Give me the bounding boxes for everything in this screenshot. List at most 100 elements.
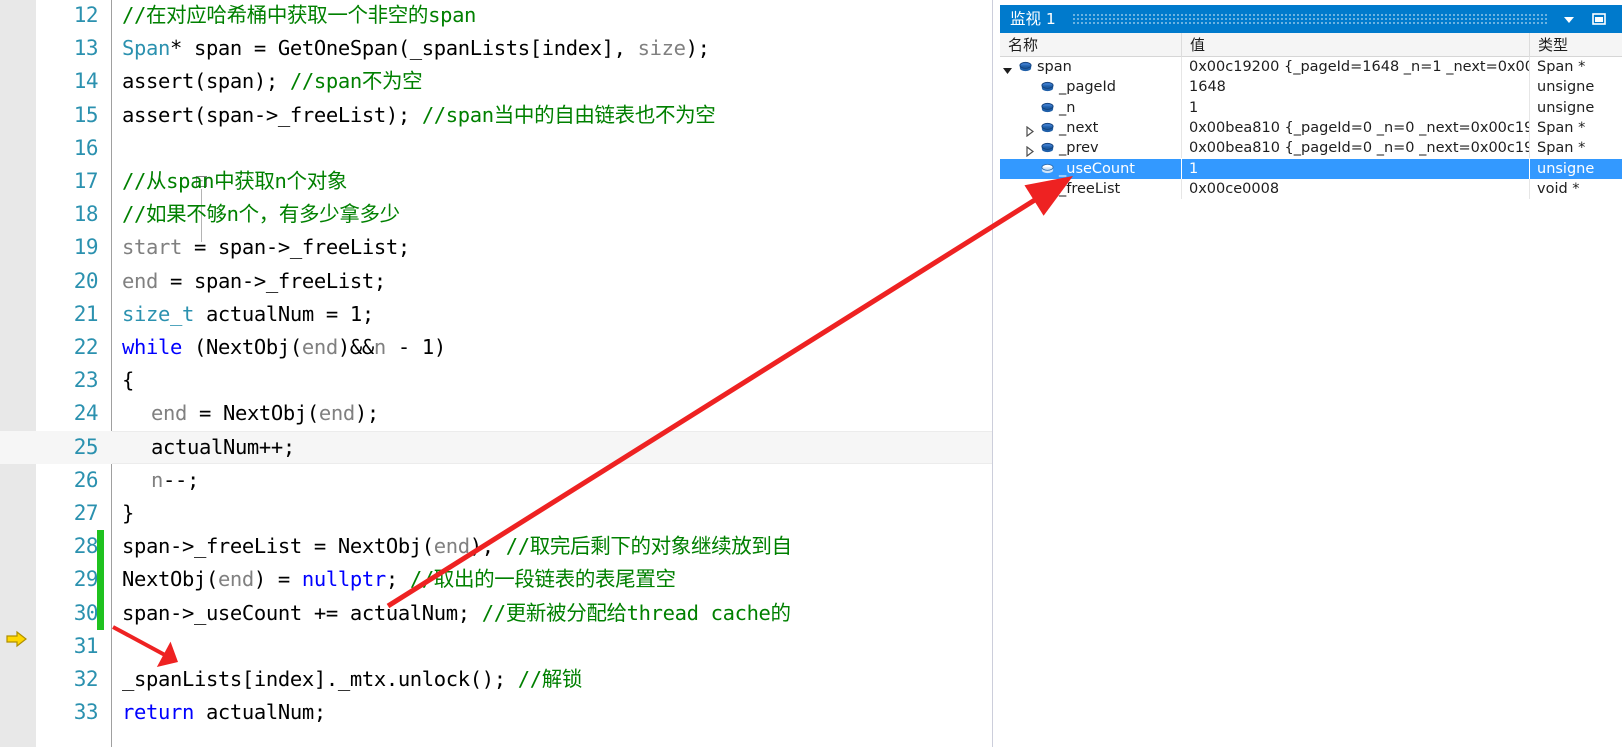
watch-value-cell[interactable]: 1648 <box>1182 77 1530 98</box>
code-line[interactable]: 22 while (NextObj(end)&&n - 1) <box>0 331 992 364</box>
expander-expanded-icon[interactable] <box>1002 62 1013 74</box>
code-text: return actualNum; <box>122 696 326 729</box>
code-token: assert(span->_freeList); <box>122 102 422 127</box>
watch-panel[interactable]: 监视 1 名称 值 类型 span 0x00c19200 {_pageId=164… <box>1000 5 1622 747</box>
code-token: = span->_freeList; <box>157 268 386 293</box>
code-line[interactable]: 33 return actualNum; <box>0 696 992 729</box>
watch-row[interactable]: _pageId 1648 unsigne <box>1000 77 1622 98</box>
watch-name-cell[interactable]: _next <box>1000 117 1182 139</box>
code-line[interactable]: 28 span->_freeList = NextObj(end); //取完后剩… <box>0 530 992 563</box>
code-token: (NextObj( <box>181 335 302 359</box>
code-editor[interactable]: - 12//在对应哈希桶中获取一个非空的span 13 Span* span = G… <box>0 0 992 747</box>
watch-name-cell[interactable]: _prev <box>1000 138 1182 159</box>
code-line[interactable]: 13 Span* span = GetOneSpan(_spanLists[ind… <box>0 32 992 65</box>
code-token: NextObj( <box>122 567 218 592</box>
code-line[interactable]: 12 //在对应哈希桶中获取一个非空的span <box>0 0 992 32</box>
watch-value-cell[interactable]: 0x00c19200 {_pageId=1648 _n=1 _next=0x00… <box>1182 57 1530 78</box>
code-text: //在对应哈希桶中获取一个非空的span <box>122 0 476 32</box>
watch-variable-name: span <box>1037 59 1072 75</box>
watch-row[interactable]: span 0x00c19200 {_pageId=1648 _n=1 _next=… <box>1000 57 1622 78</box>
watch-name-cell[interactable]: _freeList <box>1000 178 1182 200</box>
watch-window[interactable]: 监视 1 名称 值 类型 span 0x00c19200 {_pageId=164… <box>992 0 1622 747</box>
code-line[interactable]: 19 start = span->_freeList; <box>0 231 992 264</box>
screenshot-root: - 12//在对应哈希桶中获取一个非空的span 13 Span* span = G… <box>0 0 1622 747</box>
code-line[interactable]: 24 end = NextObj(end); <box>0 397 992 430</box>
column-header-value[interactable]: 值 <box>1182 33 1530 57</box>
line-number: 17 <box>73 169 99 193</box>
line-number: 14 <box>73 69 99 94</box>
code-line[interactable]: 30 span->_useCount += actualNum; //更新被分配给… <box>0 597 992 630</box>
watch-name-cell[interactable]: _pageId <box>1000 77 1182 98</box>
line-number: 19 <box>73 235 99 260</box>
field-icon <box>1040 101 1055 115</box>
code-token: assert(span); <box>122 69 290 94</box>
watch-type-cell: Span * <box>1537 140 1586 157</box>
watch-row-selected[interactable]: _useCount 1 unsigne <box>1000 158 1622 179</box>
watch-type-cell: unsigne <box>1537 99 1595 116</box>
chevron-down-icon[interactable] <box>1559 9 1579 29</box>
watch-name-cell[interactable]: _n <box>1000 97 1182 118</box>
code-line[interactable]: 18 //如果不够n个，有多少拿多少 <box>0 198 992 231</box>
code-line[interactable]: 21 size_t actualNum = 1; <box>0 298 992 331</box>
code-line[interactable]: 32 _spanLists[index]._mtx.unlock(); //解锁 <box>0 663 992 696</box>
watch-column-headers: 名称 值 类型 <box>1000 33 1622 57</box>
watch-title-bar[interactable]: 监视 1 <box>1000 5 1622 33</box>
window-restore-icon[interactable] <box>1589 9 1609 29</box>
code-line[interactable]: 17 //从span中获取n个对象 <box>0 165 992 198</box>
code-token: )&& <box>337 335 374 359</box>
code-line[interactable]: 26 n--; <box>0 464 992 497</box>
watch-value-cell[interactable]: 1 <box>1182 97 1530 118</box>
code-line[interactable]: 25 actualNum++; <box>0 430 992 464</box>
watch-row[interactable]: _next 0x00bea810 {_pageId=0 _n=0 _next=0x… <box>1000 117 1622 139</box>
watch-row[interactable]: _n 1 unsigne <box>1000 97 1622 118</box>
code-line[interactable]: 31 <box>0 630 992 663</box>
code-line[interactable]: 29 NextObj(end) = nullptr; //取出的一段链表的表尾置空 <box>0 563 992 596</box>
code-text: start = span->_freeList; <box>122 231 410 264</box>
expander-collapsed-icon[interactable] <box>1024 123 1035 138</box>
code-token: //在对应哈希桶中获取一个非空的span <box>122 3 477 27</box>
code-line[interactable]: 16 <box>0 132 992 165</box>
code-token: while <box>122 335 182 359</box>
watch-value-cell[interactable]: 0x00ce0008 <box>1182 178 1530 200</box>
column-header-name[interactable]: 名称 <box>1000 33 1182 57</box>
code-text: while (NextObj(end)&&n - 1) <box>122 331 446 364</box>
watch-variable-name: _next <box>1059 119 1099 136</box>
field-icon <box>1018 60 1033 74</box>
change-bar <box>97 596 104 630</box>
watch-value-cell[interactable]: 0x00bea810 {_pageId=0 _n=0 _next=0x00c19… <box>1182 138 1530 159</box>
code-token: nullptr <box>301 567 386 592</box>
code-token: size_t <box>122 301 194 326</box>
code-token: span->_freeList = NextObj( <box>122 534 434 559</box>
watch-value-cell[interactable]: 0x00bea810 {_pageId=0 _n=0 _next=0x00c19… <box>1182 117 1530 139</box>
watch-name-cell[interactable]: span <box>1000 57 1182 78</box>
watch-name-cell[interactable]: _useCount <box>1000 158 1182 179</box>
drag-handle-dots[interactable] <box>1073 14 1549 25</box>
code-line[interactable]: 14 assert(span); //span不为空 <box>0 65 992 98</box>
code-token: //取出的一段链表的表尾置空 <box>409 567 676 592</box>
code-token: end <box>433 534 470 559</box>
code-token: end <box>151 401 187 426</box>
code-text: end = NextObj(end); <box>151 397 379 430</box>
watch-value-cell[interactable]: 1 <box>1182 158 1530 179</box>
code-token: - 1) <box>385 335 446 359</box>
code-text: n--; <box>151 464 199 497</box>
code-lines-container[interactable]: 12 //在对应哈希桶中获取一个非空的span 13 Span* span = Get… <box>0 0 992 747</box>
code-line[interactable]: 15 assert(span->_freeList); //span当中的自由链表… <box>0 99 992 132</box>
watch-row[interactable]: _freeList 0x00ce0008 void * <box>1000 178 1622 200</box>
code-token: //从span中获取n个对象 <box>122 169 347 193</box>
code-text: assert(span); //span不为空 <box>122 65 423 98</box>
watch-row[interactable]: _prev 0x00bea810 {_pageId=0 _n=0 _next=0x… <box>1000 138 1622 159</box>
code-line[interactable]: 20 end = span->_freeList; <box>0 265 992 298</box>
code-token: --; <box>163 467 199 492</box>
code-line[interactable]: 23 { <box>0 364 992 397</box>
code-token: start <box>122 235 182 260</box>
field-icon-selected <box>1040 162 1055 176</box>
code-token: //span当中的自由链表也不为空 <box>421 102 716 127</box>
line-number: 30 <box>73 600 99 625</box>
line-number: 24 <box>73 401 99 426</box>
code-token: ); <box>685 36 710 61</box>
code-token: = span->_freeList; <box>181 235 410 260</box>
expander-collapsed-icon[interactable] <box>1024 143 1035 158</box>
column-header-type[interactable]: 类型 <box>1530 33 1622 57</box>
code-line[interactable]: 27} <box>0 497 992 530</box>
